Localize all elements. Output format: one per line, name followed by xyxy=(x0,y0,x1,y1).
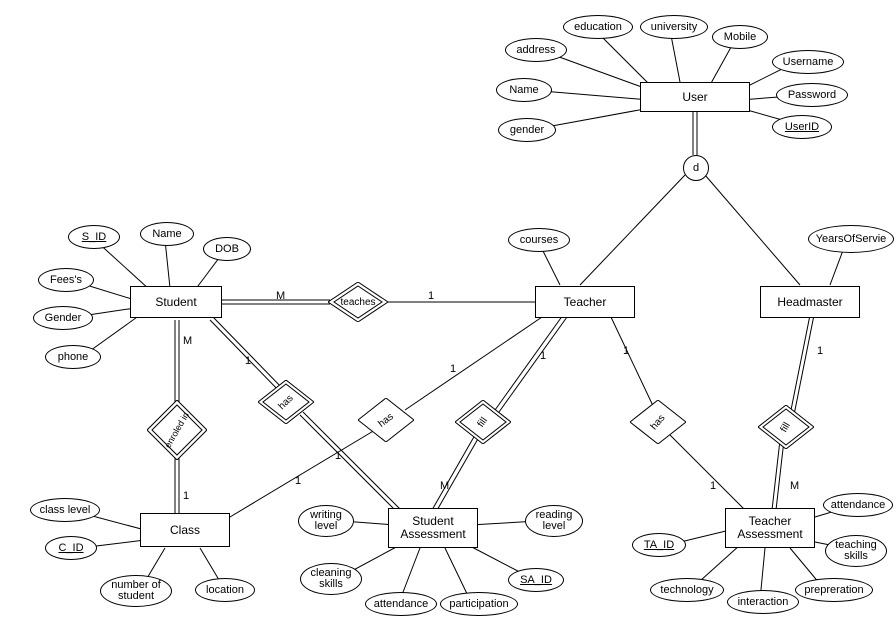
attr-user-mobile: Mobile xyxy=(712,25,768,49)
entity-user-label: User xyxy=(682,90,707,104)
attr-teacher-courses: courses xyxy=(508,228,570,252)
attr-class-location: location xyxy=(195,578,255,602)
attr-user-gender: gender xyxy=(498,118,556,142)
attr-ta-teaching: teaching skills xyxy=(825,535,887,567)
entity-teacher-assessment: Teacher Assessment xyxy=(725,508,815,548)
card-has3-1b: 1 xyxy=(710,480,716,492)
attr-ta-interaction: interaction xyxy=(727,590,799,614)
entity-student: Student xyxy=(130,286,222,318)
entity-class: Class xyxy=(140,513,230,547)
card-has2-1a: 1 xyxy=(450,363,456,375)
attr-student-sid: S_ID xyxy=(68,225,120,249)
card-has1-1b: 1 xyxy=(335,450,341,462)
rel-has-teacher-class: has xyxy=(358,398,414,442)
entity-teacher: Teacher xyxy=(535,286,635,318)
attr-ta-technology: technology xyxy=(650,578,724,602)
attr-class-cid: C_ID xyxy=(45,536,97,560)
attr-user-username: Username xyxy=(772,50,844,74)
card-has2-1b: 1 xyxy=(295,475,301,487)
attr-student-fees: Fees's xyxy=(38,268,94,292)
attr-user-education: education xyxy=(563,15,633,39)
attr-sa-said: SA_ID xyxy=(508,568,564,592)
rel-has-teacher-ta: has xyxy=(630,400,686,444)
card-enroled-1: 1 xyxy=(183,490,189,502)
attr-headmaster-years: YearsOfServie xyxy=(808,225,894,253)
attr-user-name: Name xyxy=(496,78,552,102)
rel-has-student-sa: has xyxy=(258,380,314,424)
attr-user-address: address xyxy=(505,38,567,62)
entity-class-label: Class xyxy=(170,523,200,537)
card-has3-1a: 1 xyxy=(623,345,629,357)
entity-ta-label: Teacher Assessment xyxy=(737,515,802,541)
attr-user-userid: UserID xyxy=(772,115,832,139)
attr-student-dob: DOB xyxy=(203,237,251,261)
entity-sa-label: Student Assessment xyxy=(400,515,465,541)
rel-teaches: teaches xyxy=(328,282,388,322)
rel-fill-teacher-sa: fill xyxy=(455,400,511,444)
card-teaches-1: 1 xyxy=(428,290,434,302)
attr-sa-attendance: attendance xyxy=(365,592,437,616)
card-fill2-1: 1 xyxy=(817,345,823,357)
attr-user-password: Password xyxy=(776,83,848,107)
attr-class-numstudent: number of student xyxy=(100,575,172,607)
card-enroled-m: M xyxy=(183,335,192,347)
attr-sa-reading: reading level xyxy=(525,505,583,537)
card-fill2-m: M xyxy=(790,480,799,492)
card-teaches-m: M xyxy=(276,290,285,302)
attr-ta-taid: TA_ID xyxy=(632,533,686,557)
specialization-d: d xyxy=(683,155,709,181)
rel-fill-head-ta: fill xyxy=(758,405,814,449)
entity-headmaster: Headmaster xyxy=(760,286,860,318)
attr-class-level: class level xyxy=(30,498,100,522)
card-fill1-m: M xyxy=(440,480,449,492)
entity-student-assessment: Student Assessment xyxy=(388,508,478,548)
attr-student-name: Name xyxy=(140,222,194,246)
entity-headmaster-label: Headmaster xyxy=(777,295,842,309)
attr-ta-attendance: attendance xyxy=(823,493,893,517)
attr-student-gender: Gender xyxy=(33,306,93,330)
entity-user: User xyxy=(640,82,750,112)
entity-student-label: Student xyxy=(155,295,196,309)
attr-sa-cleaning: cleaning skills xyxy=(300,563,362,595)
attr-sa-writing: writing level xyxy=(298,505,354,537)
attr-sa-participation: participation xyxy=(440,592,518,616)
attr-student-phone: phone xyxy=(45,345,101,369)
entity-teacher-label: Teacher xyxy=(564,295,607,309)
rel-enroled: enroled in xyxy=(147,400,207,460)
card-fill1-1: 1 xyxy=(540,350,546,362)
attr-user-university: university xyxy=(640,15,708,39)
card-has1-1a: 1 xyxy=(245,355,251,367)
attr-ta-prep: prepreration xyxy=(795,578,873,602)
